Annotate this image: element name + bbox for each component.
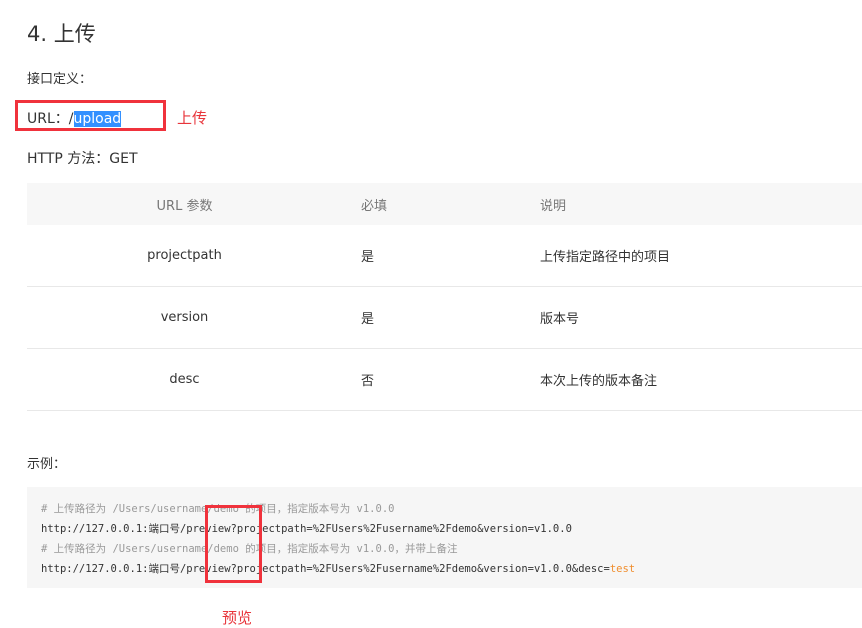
http-method: HTTP 方法：GET — [27, 151, 138, 167]
table-header: URL 参数 必填 说明 — [27, 183, 862, 225]
example-label: 示例： — [27, 457, 67, 472]
params-table: URL 参数 必填 说明 projectpath 是上传指定路径中的项目 vers… — [27, 183, 862, 411]
code-block: # 上传路径为 /Users/username/demo 的项目，指定版本号为 … — [27, 487, 862, 588]
annotation-preview: 预览 — [222, 609, 253, 627]
table-row: projectpath 是上传指定路径中的项目 — [27, 225, 862, 287]
table-row: desc 否本次上传的版本备注 — [27, 348, 862, 411]
interface-label: 接口定义： — [27, 72, 93, 87]
section-title: 4. 上传 — [27, 22, 96, 46]
highlight-box — [15, 100, 166, 131]
code-line: http://127.0.0.1:端口号/preview?projectpath… — [41, 523, 572, 535]
annotation-upload: 上传 — [177, 109, 208, 127]
highlight-box — [205, 505, 262, 583]
table-row: version 是版本号 — [27, 286, 862, 349]
code-line: http://127.0.0.1:端口号/preview?projectpath… — [41, 563, 636, 575]
